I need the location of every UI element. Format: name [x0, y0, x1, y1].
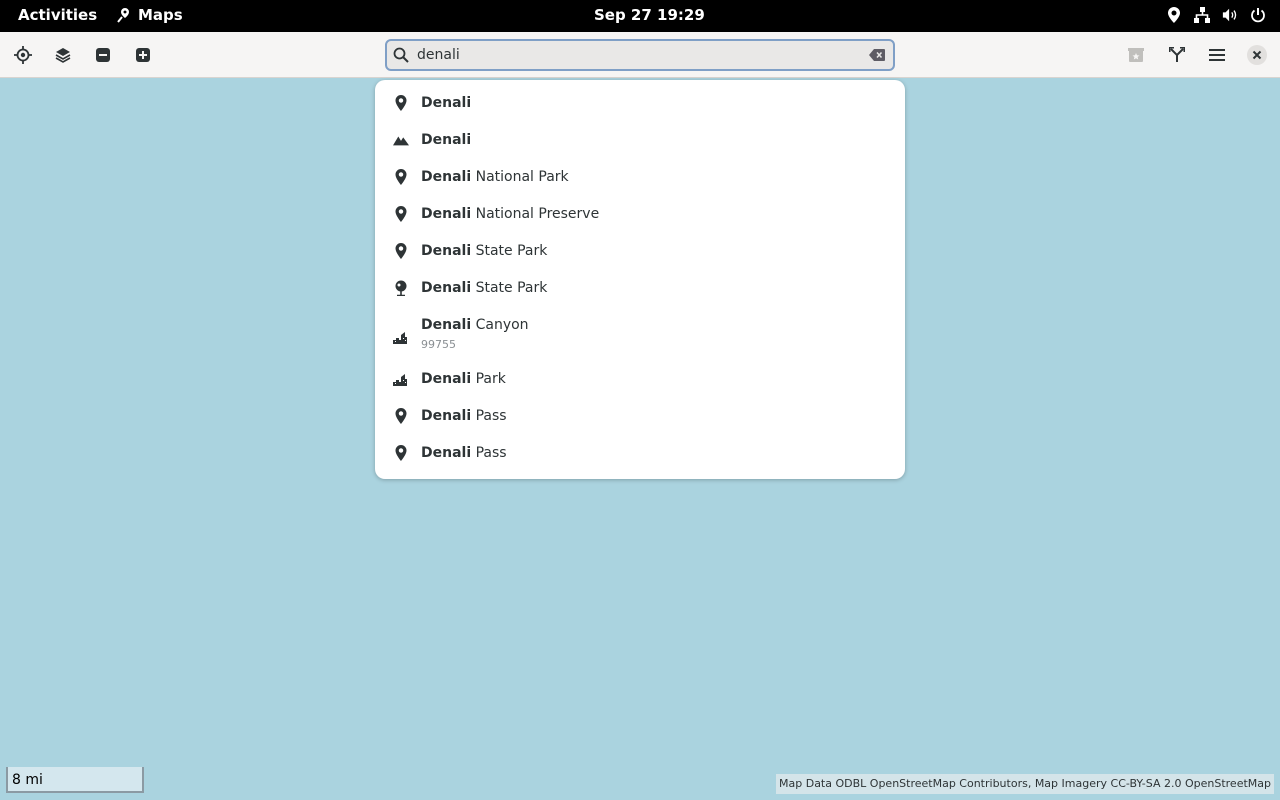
result-title: Denali: [421, 95, 471, 111]
result-postcode: 99755: [421, 338, 456, 351]
top-bar: Activities Maps Sep 27 19:29: [0, 0, 1280, 32]
search-result[interactable]: Denali Canyon 99755: [375, 308, 905, 360]
layers-icon[interactable]: [51, 43, 75, 67]
town-icon: [393, 371, 409, 387]
app-menu[interactable]: Maps: [116, 6, 183, 24]
result-match: Denali: [421, 169, 472, 185]
mountain-icon: [393, 132, 409, 148]
locate-icon[interactable]: [11, 43, 35, 67]
result-title: Denali Canyon: [421, 317, 529, 333]
pin-icon: [393, 243, 409, 259]
town-icon: [393, 329, 409, 345]
clock[interactable]: Sep 27 19:29: [594, 6, 705, 24]
result-match: Denali: [421, 408, 472, 424]
search-result[interactable]: Denali Park: [375, 362, 905, 398]
search-result[interactable]: Denali National Preserve: [375, 197, 905, 233]
favorites-icon[interactable]: [1124, 43, 1148, 67]
search-result[interactable]: Denali State Park: [375, 234, 905, 270]
result-title: Denali Pass: [421, 408, 507, 424]
result-rest: Canyon: [471, 317, 529, 333]
result-match: Denali: [421, 445, 472, 461]
result-rest: Pass: [471, 445, 507, 461]
result-title: Denali: [421, 132, 471, 148]
result-title: Denali Pass: [421, 445, 507, 461]
network-icon[interactable]: [1194, 6, 1210, 24]
result-title: Denali State Park: [421, 243, 547, 259]
clear-search-icon[interactable]: [869, 46, 887, 64]
volume-icon[interactable]: [1222, 6, 1238, 24]
map-attribution[interactable]: Map Data ODBL OpenStreetMap Contributors…: [776, 774, 1274, 794]
pin-icon: [393, 408, 409, 424]
result-title: Denali Park: [421, 371, 506, 387]
close-icon[interactable]: [1245, 43, 1269, 67]
zoom-out-icon[interactable]: [91, 43, 115, 67]
result-match: Denali: [421, 317, 472, 333]
result-rest: State Park: [471, 243, 548, 259]
maps-app-icon: [117, 8, 129, 23]
search-result[interactable]: Denali: [375, 86, 905, 122]
result-rest: Park: [471, 371, 506, 387]
header-bar: [0, 32, 1280, 78]
result-match: Denali: [421, 371, 472, 387]
result-title: Denali National Preserve: [421, 206, 599, 222]
result-rest: National Park: [471, 169, 569, 185]
search-result[interactable]: Denali State Park: [375, 271, 905, 307]
pin-icon: [393, 95, 409, 111]
location-icon[interactable]: [1166, 6, 1182, 24]
search-field[interactable]: [385, 39, 895, 71]
pin-icon: [393, 206, 409, 222]
result-match: Denali: [421, 206, 472, 222]
search-input[interactable]: [417, 47, 869, 63]
map-scale: 8 mi: [6, 767, 144, 793]
result-match: Denali: [421, 243, 472, 259]
search-icon: [393, 46, 411, 64]
result-match: Denali: [421, 280, 472, 296]
result-match: Denali: [421, 132, 472, 148]
app-name: Maps: [138, 6, 183, 24]
power-icon[interactable]: [1250, 6, 1266, 24]
search-result[interactable]: Denali National Park: [375, 160, 905, 196]
pin-icon: [393, 169, 409, 185]
route-icon[interactable]: [1165, 43, 1189, 67]
pin-icon: [393, 445, 409, 461]
result-rest: Pass: [471, 408, 507, 424]
result-match: Denali: [421, 95, 472, 111]
system-tray[interactable]: [1166, 6, 1266, 24]
result-title: Denali National Park: [421, 169, 569, 185]
search-result[interactable]: Denali Pass: [375, 436, 905, 472]
result-title: Denali State Park: [421, 280, 547, 296]
search-results-popover: Denali Denali Denali National Park Denal…: [375, 80, 905, 479]
search-result[interactable]: Denali Pass: [375, 399, 905, 435]
menu-icon[interactable]: [1205, 43, 1229, 67]
result-rest: National Preserve: [471, 206, 600, 222]
park-icon: [393, 280, 409, 296]
zoom-in-icon[interactable]: [131, 43, 155, 67]
search-result[interactable]: Denali: [375, 123, 905, 159]
result-rest: State Park: [471, 280, 548, 296]
activities-button[interactable]: Activities: [18, 6, 97, 24]
